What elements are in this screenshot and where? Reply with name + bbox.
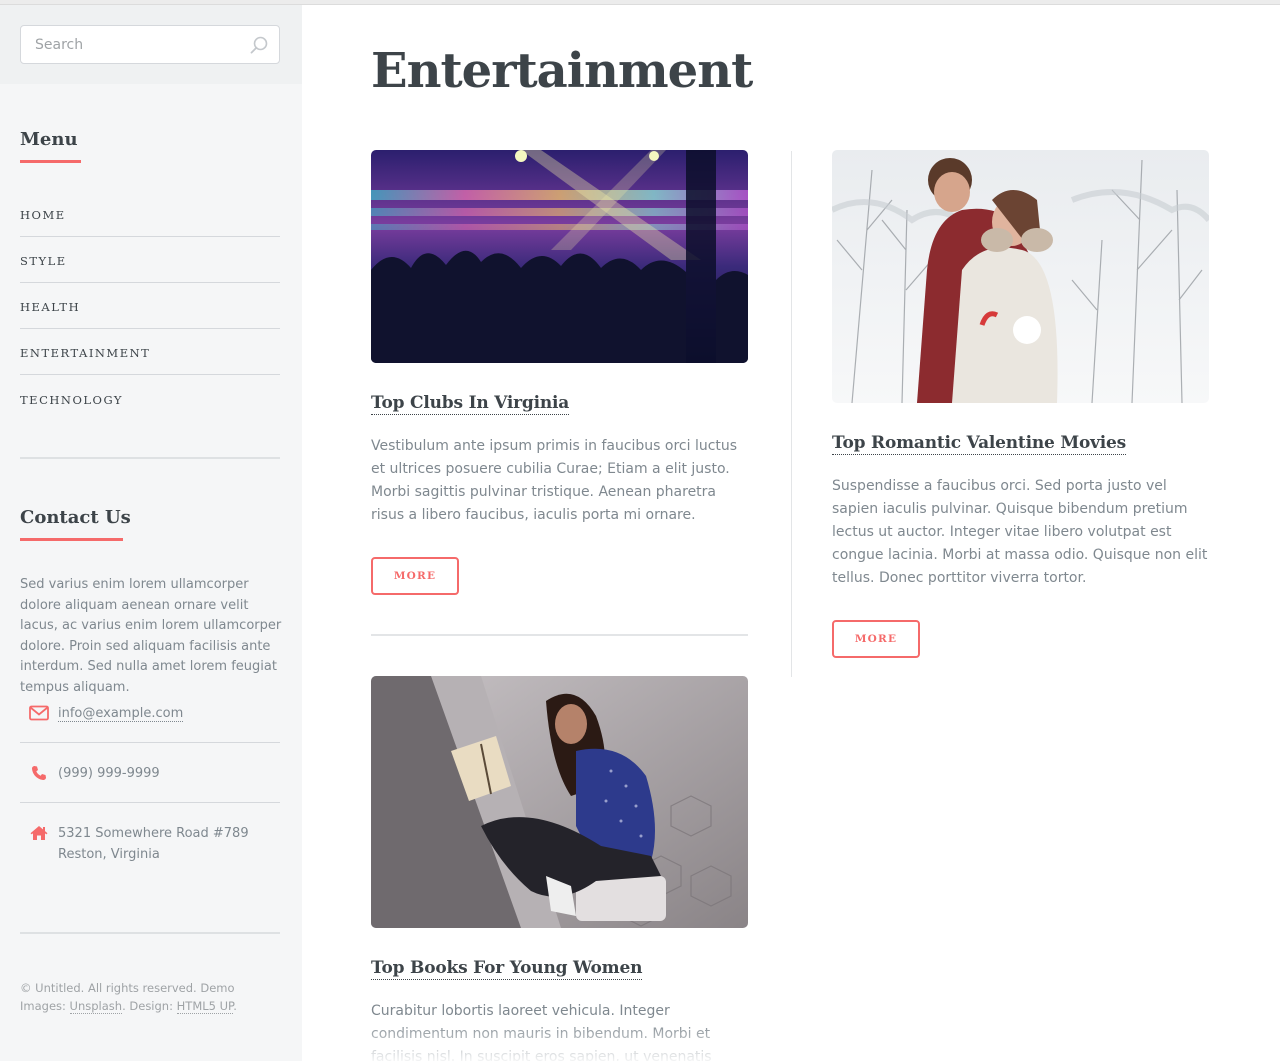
- menu-heading-underline: [20, 160, 81, 163]
- menu-heading: Menu: [20, 129, 78, 150]
- section-divider: [20, 457, 280, 459]
- post-card: Top Romantic Valentine Movies Suspendiss…: [832, 150, 1209, 658]
- contact-email-link[interactable]: info@example.com: [58, 706, 184, 722]
- contact-email-row: info@example.com: [20, 703, 280, 724]
- contact-address-row: 5321 Somewhere Road #789 Reston, Virgini…: [20, 823, 280, 865]
- main-content: Entertainment Top Clubs In Virginia Vest…: [302, 5, 1280, 1061]
- search-box: [20, 25, 280, 64]
- design-label: . Design:: [122, 999, 173, 1013]
- contact-phone: (999) 999-9999: [58, 766, 160, 781]
- post-excerpt: Vestibulum ante ipsum primis in faucibus…: [371, 438, 738, 523]
- contact-description: Sed varius enim lorem ullamcorper dolore…: [20, 577, 282, 695]
- contact-heading: Contact Us: [20, 507, 131, 528]
- post-excerpt: Suspendisse a faucibus orci. Sed porta j…: [832, 478, 1208, 586]
- sidebar: Menu HOME STYLE HEALTH ENTERTAINMENT TEC…: [0, 5, 302, 1061]
- post-card: Top Books For Young Women Curabitur lobo…: [371, 676, 748, 1061]
- contact-heading-underline: [20, 538, 123, 541]
- menu-item-style[interactable]: STYLE: [20, 237, 280, 283]
- phone-icon: [20, 763, 58, 781]
- contact-phone-row: (999) 999-9999: [20, 763, 280, 784]
- search-input[interactable]: [21, 26, 241, 63]
- menu-list: HOME STYLE HEALTH ENTERTAINMENT TECHNOLO…: [20, 191, 280, 421]
- address-line-2: Reston, Virginia: [58, 847, 160, 862]
- more-button[interactable]: MORE: [832, 620, 920, 658]
- post-image-club[interactable]: [371, 150, 748, 363]
- contact-address: 5321 Somewhere Road #789 Reston, Virgini…: [58, 823, 249, 865]
- post-title[interactable]: Top Clubs In Virginia: [371, 393, 569, 415]
- address-line-1: 5321 Somewhere Road #789: [58, 826, 249, 841]
- contact-divider: [20, 802, 280, 803]
- column-divider: [791, 151, 792, 677]
- search-section: [0, 5, 302, 84]
- menu-item-entertainment[interactable]: ENTERTAINMENT: [20, 329, 280, 375]
- unsplash-link[interactable]: Unsplash: [69, 999, 123, 1014]
- post-excerpt: Curabitur lobortis laoreet vehicula. Int…: [371, 1003, 712, 1061]
- post-title[interactable]: Top Books For Young Women: [371, 958, 642, 980]
- row-divider: [371, 634, 748, 636]
- top-border: [0, 0, 1280, 5]
- post-image-reader[interactable]: [371, 676, 748, 928]
- post-title[interactable]: Top Romantic Valentine Movies: [832, 433, 1126, 455]
- menu-item-technology[interactable]: TECHNOLOGY: [20, 375, 280, 421]
- menu-item-home[interactable]: HOME: [20, 191, 280, 237]
- page-title: Entertainment: [371, 43, 753, 99]
- envelope-icon: [20, 703, 58, 721]
- footer-divider: [20, 932, 280, 934]
- post-image-couple[interactable]: [832, 150, 1209, 403]
- footer-end: .: [233, 999, 237, 1013]
- home-icon: [20, 823, 58, 841]
- footer-copyright: © Untitled. All rights reserved. Demo Im…: [20, 979, 282, 1015]
- html5up-link[interactable]: HTML5 UP: [176, 999, 234, 1014]
- search-icon[interactable]: [249, 35, 269, 55]
- post-card: Top Clubs In Virginia Vestibulum ante ip…: [371, 150, 748, 595]
- contact-divider: [20, 742, 280, 743]
- more-button[interactable]: MORE: [371, 557, 459, 595]
- menu-item-health[interactable]: HEALTH: [20, 283, 280, 329]
